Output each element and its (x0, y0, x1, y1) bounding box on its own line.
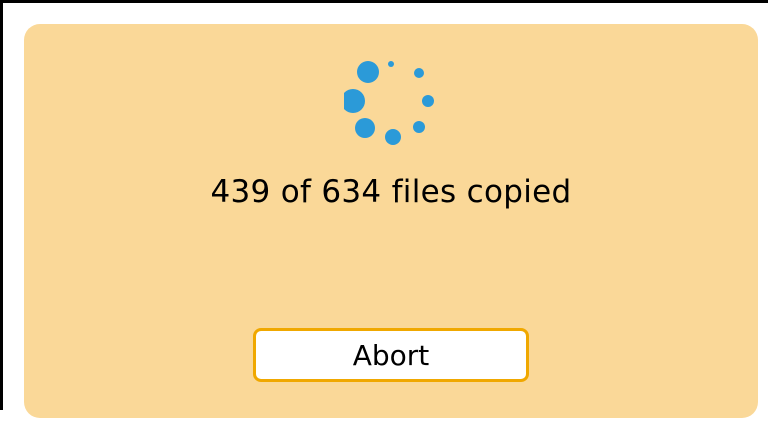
spinner-dot (388, 61, 394, 67)
copy-progress-dialog: 439 of 634 files copied Abort (24, 24, 758, 418)
abort-button[interactable]: Abort (253, 328, 529, 382)
spinner-dot (355, 118, 375, 138)
frame-top-edge (0, 0, 768, 3)
spinner-dot (413, 121, 425, 133)
copy-progress-status: 439 of 634 files copied (210, 174, 572, 210)
window-frame: 439 of 634 files copied Abort (0, 0, 768, 423)
spinner-dot (357, 61, 379, 83)
loading-spinner-icon (344, 54, 444, 154)
spinner-dot (422, 95, 434, 107)
spinner-dot (414, 68, 424, 78)
spinner-svg (344, 61, 434, 145)
frame-left-edge (0, 0, 3, 410)
spinner-dot (344, 89, 365, 113)
spinner-dot (385, 129, 401, 145)
